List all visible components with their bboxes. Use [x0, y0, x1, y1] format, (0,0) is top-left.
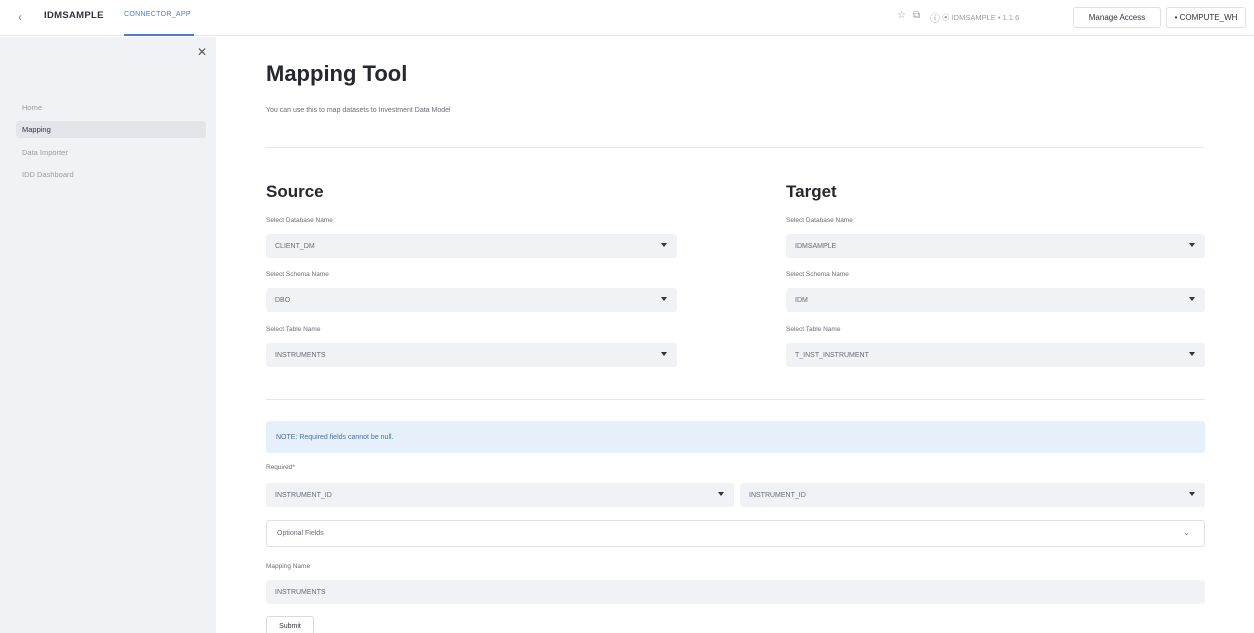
- source-database-label: Select Database Name: [266, 217, 333, 224]
- app-context-label: ⦿ IDMSAMPLE • 1.1.6: [942, 13, 1020, 22]
- source-table-label: Select Table Name: [266, 326, 321, 333]
- required-target-field-select[interactable]: INSTRUMENT_ID: [740, 483, 1205, 507]
- target-database-value: IDMSAMPLE: [795, 242, 837, 250]
- required-fields-note: NOTE: Required fields cannot be null.: [266, 421, 1205, 453]
- active-tab-indicator: [124, 34, 194, 36]
- top-bar: ‹ IDMSAMPLE CONNECTOR_APP ☆ ⧉ ⓘ ⦿ IDMSAM…: [0, 0, 1254, 36]
- sidebar-item-data-importer[interactable]: Data Importer: [16, 144, 206, 161]
- mapping-name-value: INSTRUMENTS: [275, 588, 326, 596]
- caret-down-icon: [661, 352, 667, 356]
- chevron-left-icon[interactable]: ‹: [18, 10, 22, 24]
- caret-down-icon: [661, 243, 667, 247]
- mapping-name-input[interactable]: INSTRUMENTS: [266, 580, 1205, 604]
- caret-down-icon: [1189, 243, 1195, 247]
- required-source-field-select[interactable]: INSTRUMENT_ID: [266, 483, 734, 507]
- app-name[interactable]: IDMSAMPLE: [44, 10, 104, 21]
- chevron-down-icon: ⌄: [1183, 528, 1190, 537]
- required-target-field-value: INSTRUMENT_ID: [749, 491, 806, 499]
- source-heading: Source: [266, 182, 324, 201]
- sidebar-item-idd-dashboard[interactable]: IDD Dashboard: [16, 166, 206, 183]
- source-table-value: INSTRUMENTS: [275, 351, 326, 359]
- source-schema-label: Select Schema Name: [266, 271, 329, 278]
- caret-down-icon: [1189, 492, 1195, 496]
- optional-fields-label: Optional Fields: [277, 530, 324, 537]
- copy-icon[interactable]: ⧉: [913, 10, 920, 21]
- star-icon[interactable]: ☆: [897, 10, 906, 21]
- caret-down-icon: [1189, 297, 1195, 301]
- target-heading: Target: [786, 182, 837, 201]
- submit-button[interactable]: Submit: [266, 616, 314, 633]
- required-label: Required*: [266, 464, 295, 471]
- source-schema-value: DBO: [275, 296, 291, 304]
- target-database-select[interactable]: IDMSAMPLE: [786, 234, 1205, 258]
- page-title: Mapping Tool: [266, 61, 408, 86]
- main-content: Mapping Tool You can use this to map dat…: [216, 37, 1254, 633]
- mapping-name-label: Mapping Name: [266, 563, 311, 570]
- source-table-select[interactable]: INSTRUMENTS: [266, 343, 677, 367]
- caret-down-icon: [718, 492, 724, 496]
- divider: [266, 399, 1205, 400]
- target-table-value: T_INST_INSTRUMENT: [795, 351, 869, 359]
- target-schema-label: Select Schema Name: [786, 271, 849, 278]
- sidebar-item-mapping[interactable]: Mapping: [16, 121, 206, 138]
- target-table-label: Select Table Name: [786, 326, 841, 333]
- target-table-select[interactable]: T_INST_INSTRUMENT: [786, 343, 1205, 367]
- page-subtitle: You can use this to map datasets to Inve…: [266, 107, 451, 114]
- source-schema-select[interactable]: DBO: [266, 288, 677, 312]
- close-icon[interactable]: ✕: [197, 45, 207, 59]
- required-source-field-value: INSTRUMENT_ID: [275, 491, 332, 499]
- target-schema-select[interactable]: IDM: [786, 288, 1205, 312]
- optional-fields-expander[interactable]: Optional Fields ⌄: [266, 520, 1205, 547]
- target-database-label: Select Database Name: [786, 217, 853, 224]
- caret-down-icon: [1189, 352, 1195, 356]
- caret-down-icon: [661, 297, 667, 301]
- divider: [266, 147, 1205, 148]
- source-database-value: CLIENT_DM: [275, 242, 315, 250]
- manage-access-button[interactable]: Manage Access: [1073, 7, 1161, 28]
- sidebar-item-home[interactable]: Home: [16, 99, 206, 116]
- sidebar: ✕ Home Mapping Data Importer IDD Dashboa…: [0, 37, 216, 633]
- info-icon[interactable]: ⓘ: [930, 10, 940, 25]
- warehouse-selector-button[interactable]: • COMPUTE_WH: [1166, 7, 1246, 28]
- tab-connector-app[interactable]: CONNECTOR_APP: [124, 11, 191, 18]
- source-database-select[interactable]: CLIENT_DM: [266, 234, 677, 258]
- target-schema-value: IDM: [795, 296, 808, 304]
